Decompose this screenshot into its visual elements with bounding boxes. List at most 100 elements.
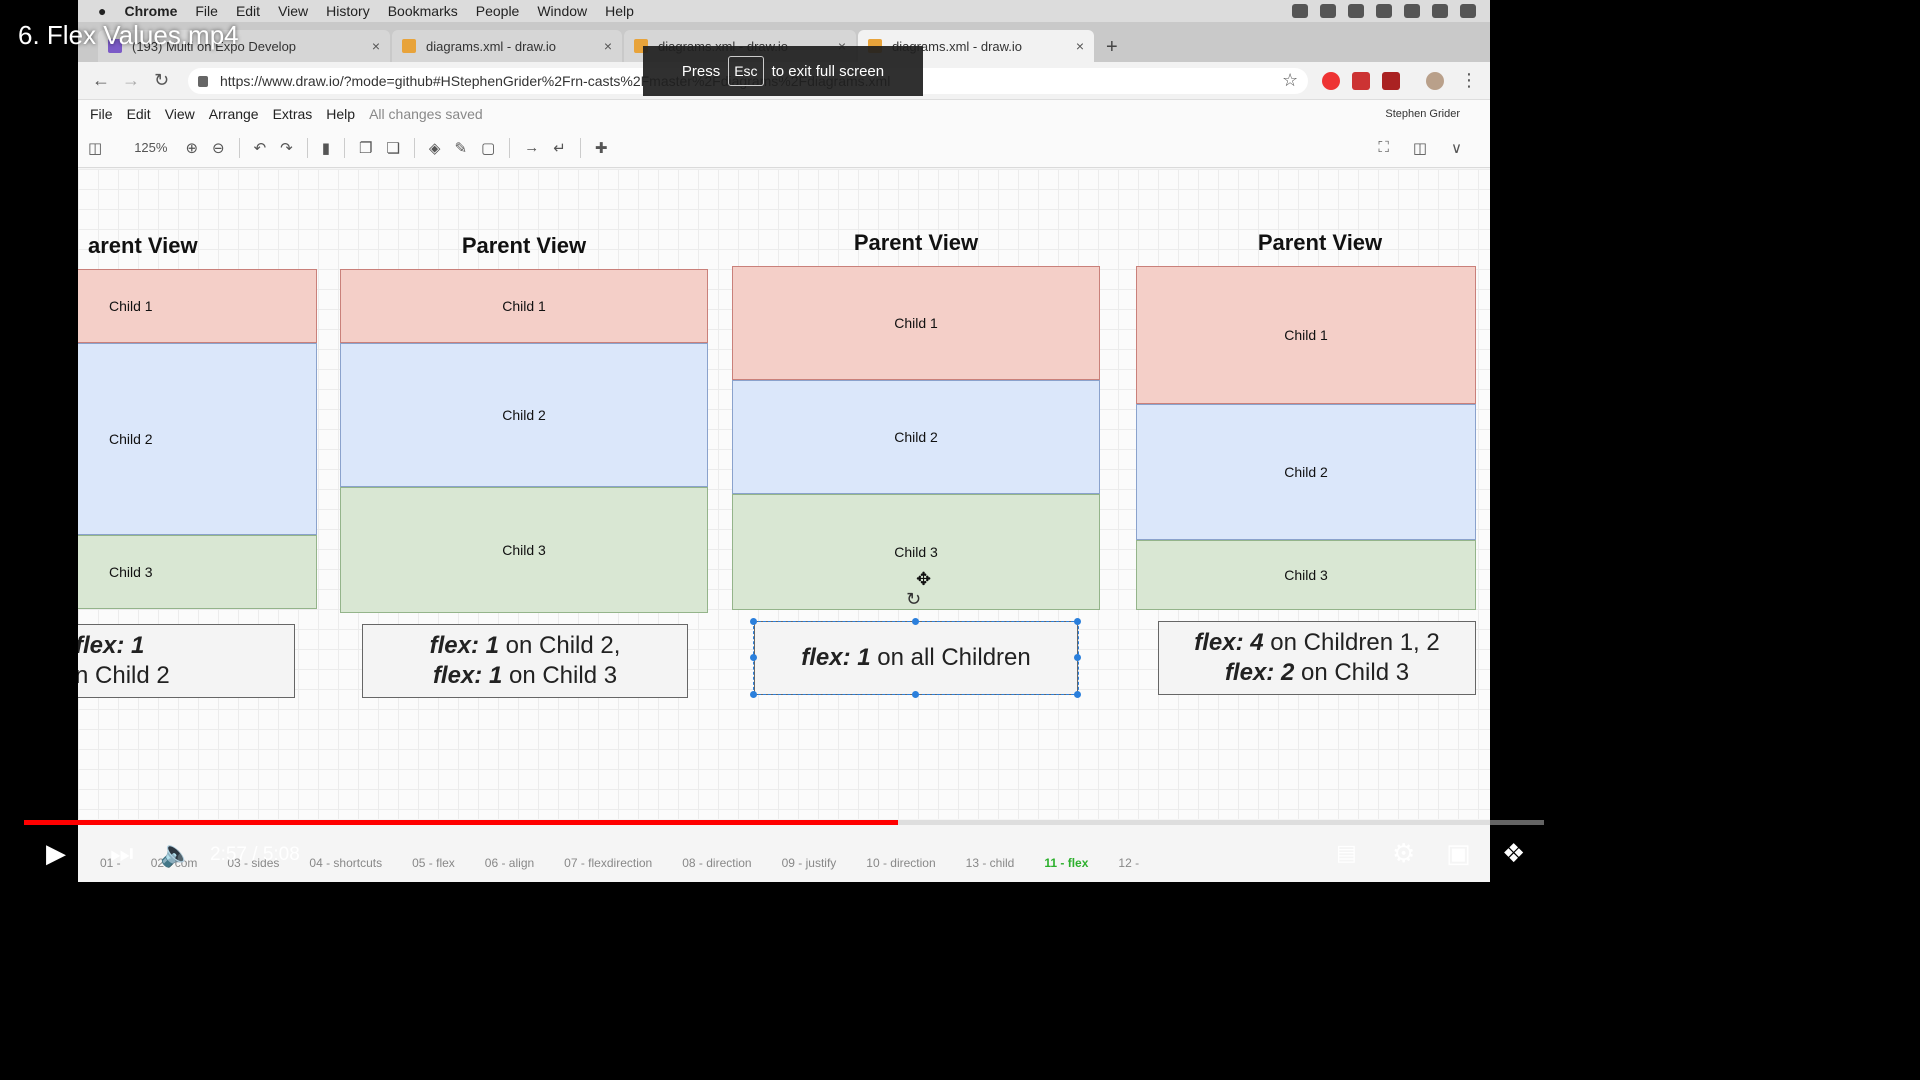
caption-text: on Child 3 xyxy=(1294,659,1410,686)
flex-caption[interactable]: flex: 1 on Child 2, flex: 1 on Child 3 xyxy=(362,624,688,698)
progress-fill xyxy=(24,820,898,825)
menubar-item-history[interactable]: History xyxy=(326,3,370,19)
child-box[interactable]: Child 1 xyxy=(340,269,708,343)
user-name[interactable]: Stephen Grider xyxy=(1385,108,1460,120)
child-box[interactable]: Child 3 xyxy=(1136,540,1476,610)
flex-caption[interactable]: flex: 4 on Children 1, 2 flex: 2 on Chil… xyxy=(1158,621,1476,695)
child-box[interactable]: Child 2 xyxy=(78,343,317,535)
search-icon[interactable] xyxy=(1432,4,1448,18)
forward-button[interactable]: → xyxy=(122,70,140,91)
panel-toggle-icon[interactable]: ◫ xyxy=(1413,139,1427,157)
redo-icon[interactable]: ↷ xyxy=(280,139,293,157)
collapse-icon[interactable]: ∨ xyxy=(1451,139,1462,157)
child-box[interactable]: Child 2 xyxy=(340,343,708,487)
more-menu-icon[interactable]: ⋮ xyxy=(1460,70,1478,91)
flex-caption[interactable]: flex: 1 n Child 2 xyxy=(78,624,295,698)
play-icon[interactable]: ▶ xyxy=(46,838,66,869)
diagram-canvas[interactable]: arent View Child 1 Child 2 Child 3 flex:… xyxy=(78,169,1490,819)
new-tab-button[interactable]: + xyxy=(1106,36,1118,59)
resize-handle[interactable] xyxy=(1074,618,1081,625)
menubar-item-help[interactable]: Help xyxy=(605,3,634,19)
bookmark-star-icon[interactable]: ☆ xyxy=(1282,70,1298,91)
close-icon[interactable]: × xyxy=(1076,38,1084,54)
close-icon[interactable]: × xyxy=(372,38,380,54)
resize-handle[interactable] xyxy=(912,618,919,625)
avatar[interactable] xyxy=(1426,72,1444,90)
close-icon[interactable]: × xyxy=(604,38,612,54)
zoom-out-icon[interactable]: ⊖ xyxy=(212,139,225,157)
child-box[interactable]: Child 1 xyxy=(78,269,317,343)
delete-icon[interactable]: ▮ xyxy=(322,139,330,157)
menubar-item-bookmarks[interactable]: Bookmarks xyxy=(388,3,458,19)
status-icon[interactable] xyxy=(1348,4,1364,18)
insert-icon[interactable]: ✚ xyxy=(595,139,608,157)
drawio-menu-extras[interactable]: Extras xyxy=(273,106,313,122)
caption-keyword: flex: 1 xyxy=(78,632,145,659)
format-panel-icon[interactable]: ◫ xyxy=(88,139,102,157)
caption-keyword: flex: 4 xyxy=(1194,629,1264,656)
child-box[interactable]: Child 1 xyxy=(1136,266,1476,404)
line-color-icon[interactable]: ✎ xyxy=(454,139,467,157)
menubar-item-chrome[interactable]: Chrome xyxy=(124,3,177,19)
caption-line: n Child 2 xyxy=(78,661,170,691)
drawio-menu-arrange[interactable]: Arrange xyxy=(209,106,259,122)
progress-bar[interactable] xyxy=(24,820,1544,825)
resize-handle[interactable] xyxy=(750,691,757,698)
menubar-item-people[interactable]: People xyxy=(476,3,520,19)
child-box[interactable]: Child 3 xyxy=(78,535,317,609)
save-status: All changes saved xyxy=(369,106,483,122)
zoom-in-icon[interactable]: ⊕ xyxy=(185,139,198,157)
toolbar-divider xyxy=(344,137,346,158)
extension-icon[interactable] xyxy=(1382,72,1400,90)
apple-icon[interactable]: ● xyxy=(98,3,106,19)
extension-icon[interactable] xyxy=(1352,72,1370,90)
fullscreen-toast: Press Esc to exit full screen xyxy=(643,46,923,96)
exit-fullscreen-icon[interactable]: ❖ xyxy=(1502,838,1525,869)
subtitles-icon[interactable]: ▤ xyxy=(1336,840,1357,866)
child-box[interactable]: Child 1 xyxy=(732,266,1100,380)
shadow-icon[interactable]: ▢ xyxy=(481,139,495,157)
fill-color-icon[interactable]: ◈ xyxy=(429,139,441,157)
resize-handle[interactable] xyxy=(912,691,919,698)
waypoints-icon[interactable]: ↵ xyxy=(553,139,566,157)
menubar-item-file[interactable]: File xyxy=(195,3,218,19)
resize-handle[interactable] xyxy=(750,618,757,625)
tab-label: diagrams.xml - draw.io xyxy=(426,38,557,54)
status-icon[interactable] xyxy=(1292,4,1308,18)
caption-keyword: flex: 2 xyxy=(1224,659,1295,686)
menubar-item-window[interactable]: Window xyxy=(537,3,587,19)
child-box[interactable]: Child 2 xyxy=(732,380,1100,494)
next-icon[interactable]: ⏭ xyxy=(110,838,133,870)
child-box[interactable]: Child 3 xyxy=(340,487,708,613)
undo-icon[interactable]: ↶ xyxy=(254,139,267,157)
child-box[interactable]: Child 2 xyxy=(1136,404,1476,540)
drawio-menu-view[interactable]: View xyxy=(165,106,195,122)
parent-view-title: arent View xyxy=(88,233,198,258)
resize-handle[interactable] xyxy=(750,654,757,661)
back-button[interactable]: ← xyxy=(92,70,110,91)
menubar-item-edit[interactable]: Edit xyxy=(236,3,260,19)
browser-tab[interactable]: diagrams.xml - draw.io × xyxy=(392,30,622,62)
resize-handle[interactable] xyxy=(1074,691,1081,698)
connection-icon[interactable]: → xyxy=(524,139,539,156)
to-back-icon[interactable]: ❏ xyxy=(386,139,399,157)
caption-line: flex: 1 xyxy=(78,631,144,661)
drawio-menu-file[interactable]: File xyxy=(90,106,113,122)
menubar-item-view[interactable]: View xyxy=(278,3,308,19)
battery-icon[interactable] xyxy=(1404,4,1420,18)
miniplayer-icon[interactable]: ▣ xyxy=(1446,838,1471,869)
reload-button[interactable]: ↻ xyxy=(154,70,169,91)
resize-handle[interactable] xyxy=(1074,654,1081,661)
zoom-select[interactable]: 125% xyxy=(134,140,167,155)
extension-icon[interactable] xyxy=(1322,72,1340,90)
wifi-icon[interactable] xyxy=(1376,4,1392,18)
status-icon[interactable] xyxy=(1320,4,1336,18)
volume-icon[interactable]: 🔈 xyxy=(160,838,192,869)
to-front-icon[interactable]: ❐ xyxy=(359,139,372,157)
drawio-menu-edit[interactable]: Edit xyxy=(127,106,151,122)
menu-icon[interactable] xyxy=(1460,4,1476,18)
drawio-menu-help[interactable]: Help xyxy=(326,106,355,122)
fullscreen-icon[interactable]: ⛶ xyxy=(1378,139,1389,157)
settings-icon[interactable]: ⚙ xyxy=(1392,838,1415,869)
rotate-handle-icon[interactable]: ↻ xyxy=(906,589,921,610)
